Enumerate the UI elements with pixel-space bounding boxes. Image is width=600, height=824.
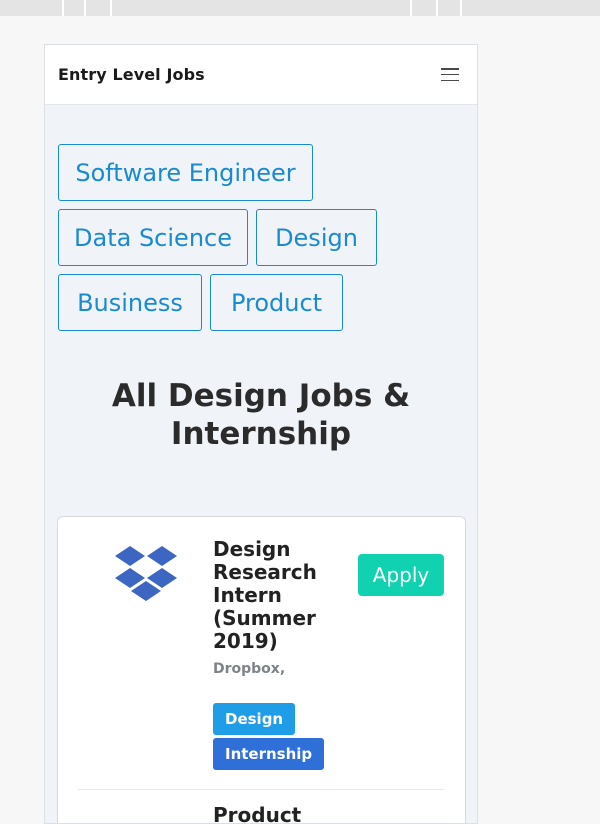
job-card[interactable]: Design Research Intern (Summer 2019) Dro… — [57, 516, 466, 823]
guide-line — [410, 0, 412, 16]
tag-internship-badge[interactable]: Internship — [213, 738, 325, 770]
hamburger-menu-icon[interactable] — [441, 68, 459, 81]
brand-link[interactable]: Entry Level Jobs — [58, 65, 205, 84]
divider — [78, 789, 444, 790]
job-title-line: 2019) — [213, 629, 278, 653]
guide-line — [460, 0, 462, 16]
browser-top-strip — [0, 0, 600, 16]
guide-line — [62, 0, 64, 16]
category-data-science-button[interactable]: Data Science — [58, 209, 248, 266]
apply-button[interactable]: Apply — [358, 554, 444, 596]
navbar: Entry Level Jobs — [45, 45, 477, 105]
guide-line — [84, 0, 86, 16]
page-title-line: Internship — [170, 416, 352, 452]
category-software-engineer-button[interactable]: Software Engineer — [58, 144, 313, 201]
dropbox-logo-icon — [115, 546, 177, 601]
job-title-line: Research — [213, 560, 317, 584]
page-title-line: All Design Jobs & — [111, 378, 411, 414]
category-business-button[interactable]: Business — [58, 274, 202, 331]
page-title: All Design Jobs & Internship — [45, 377, 477, 453]
category-product-button[interactable]: Product — [210, 274, 343, 331]
company-name: Dropbox, — [213, 661, 286, 677]
job-title-line: (Summer — [213, 606, 316, 630]
tag-design-badge[interactable]: Design — [213, 703, 296, 735]
job-title[interactable]: Design Research Intern (Summer 2019) — [213, 538, 338, 653]
guide-line — [436, 0, 438, 16]
category-design-button[interactable]: Design — [256, 209, 377, 266]
job-title-line: Intern — [213, 583, 282, 607]
guide-line — [110, 0, 112, 16]
mobile-viewport: Entry Level Jobs Software Engineer Data … — [44, 44, 478, 824]
job-title-line: Design — [213, 537, 291, 561]
